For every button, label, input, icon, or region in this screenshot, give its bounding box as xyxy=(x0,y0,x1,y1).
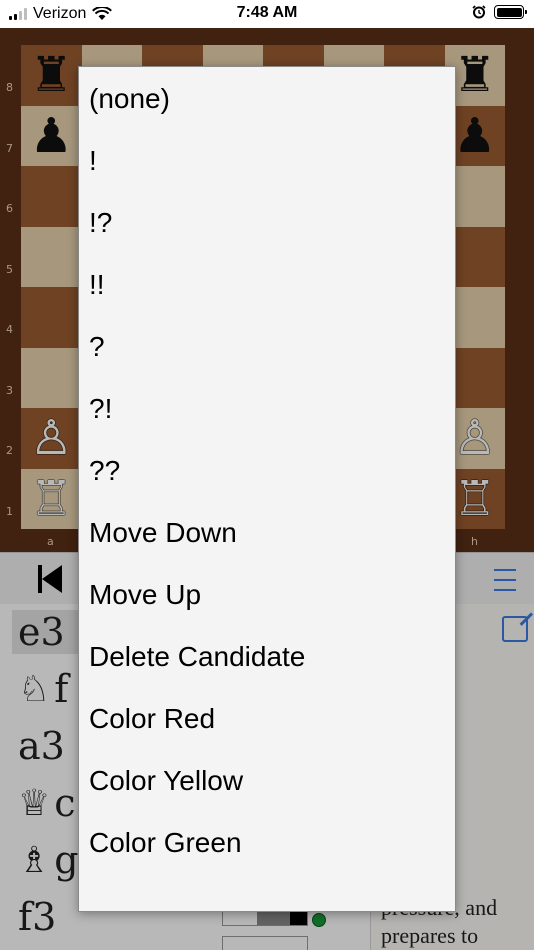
battery-icon xyxy=(494,5,527,19)
popup-menu-item[interactable]: !! xyxy=(89,254,445,316)
popup-menu-item[interactable]: Color Yellow xyxy=(89,750,445,812)
popup-menu-item[interactable]: !? xyxy=(89,192,445,254)
popup-menu-item[interactable]: ? xyxy=(89,316,445,378)
popup-menu-item[interactable]: ?? xyxy=(89,440,445,502)
popup-menu-item[interactable]: Color Red xyxy=(89,688,445,750)
popup-menu-item[interactable]: Move Down xyxy=(89,502,445,564)
clock: 7:48 AM xyxy=(236,4,298,21)
popup-menu-item[interactable]: Move Up xyxy=(89,564,445,626)
popup-menu-item[interactable]: Delete Candidate xyxy=(89,626,445,688)
status-right xyxy=(472,5,527,19)
popup-menu-item[interactable]: (none) xyxy=(89,68,445,130)
popup-menu-item[interactable]: ! xyxy=(89,130,445,192)
alarm-icon xyxy=(472,5,486,19)
popup-menu-item[interactable]: Color Green xyxy=(89,812,445,874)
status-bar: Verizon 7:48 AM xyxy=(0,0,534,28)
annotation-popup-menu: (none)!!?!!??!?? Move Down Move Up Delete C… xyxy=(78,66,456,912)
popup-menu-item[interactable]: ?! xyxy=(89,378,445,440)
